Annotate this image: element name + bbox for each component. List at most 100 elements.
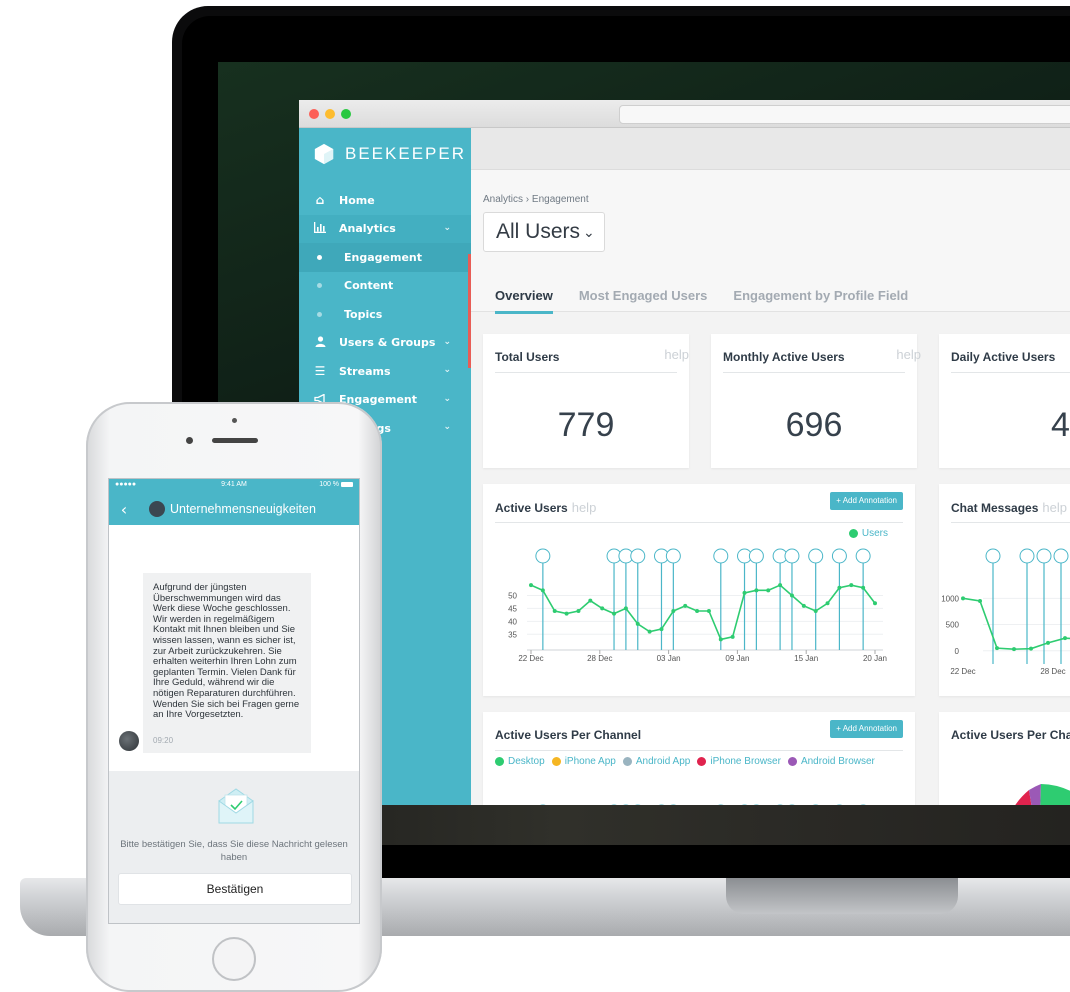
chat-data-point: [995, 646, 999, 651]
users-data-point: [801, 603, 806, 608]
channel-title[interactable]: Unternehmensneuigkeiten: [170, 502, 316, 516]
annotation-pin-icon: [808, 548, 824, 564]
phone-speaker: [212, 438, 258, 443]
phone-sensor: [232, 418, 237, 423]
chevron-down-icon: ⌄: [443, 365, 451, 375]
annotation-pin-icon: [831, 548, 847, 564]
annotation-pin-icon: [1019, 548, 1035, 564]
status-bar: ●●●●● 9:41 AM 100 %: [109, 479, 359, 493]
user-filter-dropdown[interactable]: All Users ⌄: [483, 212, 605, 252]
stat-card-daily-active-users: Daily Active Users 452: [939, 334, 1070, 468]
caret-down-icon: ⌄: [583, 223, 595, 240]
per-channel-card-2: Active Users Per Chan: [939, 712, 1070, 805]
users-data-point: [671, 609, 676, 613]
breadcrumb[interactable]: Analytics › Engagement: [483, 194, 589, 205]
brand-name: BEEKEEPER: [345, 144, 466, 163]
sidebar-item-label: Home: [339, 193, 375, 207]
card-divider: [495, 372, 677, 373]
annotation-pin-icon: [535, 548, 551, 564]
users-data-point: [600, 606, 605, 611]
phone-camera: [186, 437, 193, 444]
sidebar-item-label: Engagement: [344, 250, 422, 264]
x-tick-label: 09 Jan: [725, 654, 749, 663]
help-link[interactable]: help: [896, 347, 921, 362]
users-data-point: [837, 585, 842, 590]
top-bar: [471, 128, 1070, 170]
users-data-point: [718, 637, 723, 642]
active-indicator: [468, 254, 471, 368]
battery-icon: [341, 481, 353, 487]
stat-value: 779: [557, 406, 615, 444]
sidebar-item-analytics[interactable]: Analytics ⌄: [299, 214, 471, 243]
sidebar-subitem-engagement[interactable]: Engagement: [299, 243, 471, 272]
chat-data-point: [961, 596, 965, 601]
sidebar-subitem-content[interactable]: Content: [299, 272, 471, 301]
users-data-point: [695, 609, 700, 613]
maximize-window-button[interactable]: [341, 109, 351, 119]
y-tick-label: 50: [508, 592, 517, 601]
sender-avatar[interactable]: [119, 731, 139, 751]
annotation-pin-icon: [784, 548, 800, 564]
tab-overview[interactable]: Overview: [495, 288, 553, 314]
chevron-down-icon: ⌄: [443, 422, 451, 432]
users-data-point: [564, 611, 569, 616]
message-bubble[interactable]: Aufgrund der jüngsten Überschwemmungen w…: [143, 573, 311, 753]
stat-value: 452: [1051, 406, 1070, 444]
annotation-pin-icon: [855, 548, 871, 564]
x-tick-label: 15 Jan: [794, 654, 818, 663]
confirm-button[interactable]: Bestätigen: [118, 873, 352, 905]
y-tick-label: 500: [946, 621, 960, 630]
card-divider: [951, 372, 1070, 373]
users-data-point: [683, 603, 688, 608]
address-bar[interactable]: [619, 105, 1070, 124]
users-data-point: [659, 627, 664, 632]
y-tick-label: 35: [508, 630, 517, 639]
chevron-down-icon: ⌄: [443, 336, 451, 347]
browser-window: BEEKEEPER ⌂ Home Analytics ⌄ Engagement …: [299, 100, 1070, 805]
card-title: Monthly Active Users: [723, 350, 845, 364]
help-link[interactable]: help: [664, 347, 689, 362]
users-data-point: [552, 609, 557, 613]
battery-label: 100 %: [319, 481, 340, 488]
back-icon[interactable]: ‹: [113, 500, 135, 519]
card-title: Daily Active Users: [951, 350, 1056, 364]
annotation-pin-icon: [1053, 548, 1069, 564]
sidebar-item-home[interactable]: ⌂ Home: [299, 186, 471, 215]
users-data-point: [588, 598, 593, 603]
beekeeper-logo-icon: [314, 143, 334, 165]
channel-pie-chart: [1015, 784, 1070, 805]
users-data-point: [576, 609, 581, 613]
app-bar: ‹ Unternehmensneuigkeiten: [109, 493, 359, 525]
users-data-point: [754, 588, 759, 593]
minimize-window-button[interactable]: [325, 109, 335, 119]
users-data-point: [540, 588, 545, 593]
bullet-icon: [317, 254, 322, 260]
per-channel-card: Active Users Per Channel + Add Annotatio…: [483, 712, 915, 805]
card-divider: [723, 372, 905, 373]
sidebar-item-label: Analytics: [339, 222, 396, 236]
users-data-point: [813, 609, 818, 613]
bullet-icon: [317, 311, 322, 317]
annotation-pin-icon: [665, 548, 681, 564]
laptop-notch: [726, 878, 958, 914]
tab-engagement-by-profile-field[interactable]: Engagement by Profile Field: [733, 288, 908, 314]
y-tick-label: 0: [955, 647, 960, 656]
user-filter-value: All Users: [496, 220, 581, 243]
stat-value: 696: [785, 406, 843, 444]
phone-screen: ●●●●● 9:41 AM 100 % ‹ Unternehmensneuigk…: [108, 478, 360, 924]
close-window-button[interactable]: [309, 109, 319, 119]
tab-bar: Overview Most Engaged Users Engagement b…: [495, 288, 934, 314]
bullet-icon: [317, 283, 322, 289]
tab-most-engaged-users[interactable]: Most Engaged Users: [579, 288, 708, 314]
users-data-point: [706, 609, 711, 613]
users-data-point: [730, 634, 735, 639]
brand-logo[interactable]: BEEKEEPER: [313, 142, 466, 166]
sidebar-subitem-topics[interactable]: Topics: [299, 300, 471, 329]
home-button[interactable]: [212, 937, 256, 981]
y-tick-label: 1000: [941, 594, 959, 603]
annotation-pin-icon: [985, 548, 1001, 564]
sidebar-item-streams[interactable]: ☰ Streams ⌄: [299, 357, 471, 386]
y-tick-label: 40: [508, 617, 517, 626]
sidebar-item-users-groups[interactable]: Users & Groups ⌄: [299, 329, 471, 358]
y-tick-label: 45: [508, 604, 517, 613]
